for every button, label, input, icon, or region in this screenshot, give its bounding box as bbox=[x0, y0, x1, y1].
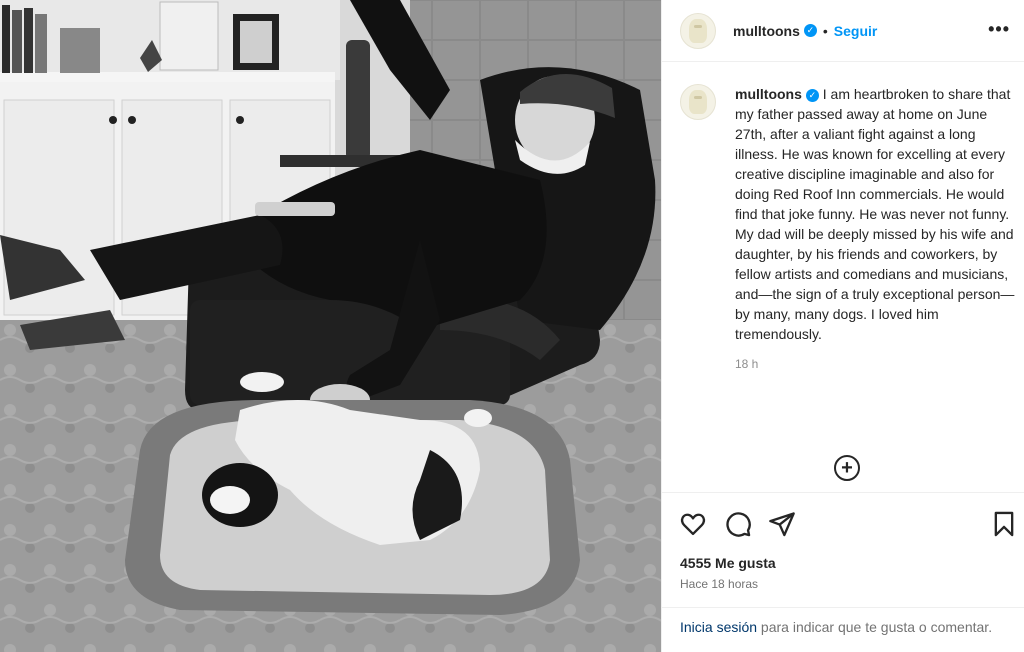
login-link[interactable]: Inicia sesión bbox=[680, 619, 757, 635]
login-prompt: Inicia sesión para indicar que te gusta … bbox=[662, 607, 1024, 637]
login-prompt-text: para indicar que te gusta o comentar. bbox=[757, 619, 993, 635]
post-sidebar: mulltoons ✓ • Seguir ••• mulltoons ✓ I am… bbox=[661, 0, 1024, 652]
caption-verified-badge-icon: ✓ bbox=[805, 88, 819, 102]
heart-icon[interactable] bbox=[679, 510, 707, 538]
action-bar bbox=[662, 492, 1024, 552]
caption-block: mulltoons ✓ I am heartbroken to share tha… bbox=[680, 84, 1020, 371]
more-icon[interactable]: ••• bbox=[988, 20, 1010, 38]
post-photo[interactable] bbox=[0, 0, 661, 652]
caption-time[interactable]: 18 h bbox=[735, 357, 1020, 371]
bookmark-icon[interactable] bbox=[990, 510, 1018, 538]
post-image bbox=[0, 0, 661, 652]
likes-count[interactable]: 4555 Me gusta bbox=[680, 555, 776, 571]
caption-text: I am heartbroken to share that my father… bbox=[735, 86, 1015, 342]
posted-ago[interactable]: Hace 18 horas bbox=[680, 577, 758, 591]
caption-avatar[interactable] bbox=[680, 84, 716, 120]
add-comment-icon[interactable]: + bbox=[834, 455, 860, 481]
comment-icon[interactable] bbox=[724, 510, 752, 538]
header-separator: • bbox=[822, 22, 828, 39]
caption-body: mulltoons ✓ I am heartbroken to share tha… bbox=[735, 84, 1020, 371]
caption-avatar-image bbox=[689, 90, 707, 114]
verified-badge-icon: ✓ bbox=[803, 24, 817, 37]
follow-button[interactable]: Seguir bbox=[834, 23, 878, 39]
caption-text-wrapper: mulltoons ✓ I am heartbroken to share tha… bbox=[735, 84, 1020, 344]
caption-username[interactable]: mulltoons bbox=[735, 86, 802, 102]
avatar-image bbox=[689, 18, 707, 43]
share-icon[interactable] bbox=[768, 510, 796, 538]
avatar[interactable] bbox=[680, 12, 716, 49]
post-header: mulltoons ✓ • Seguir ••• bbox=[662, 0, 1024, 62]
header-username[interactable]: mulltoons bbox=[733, 23, 800, 39]
